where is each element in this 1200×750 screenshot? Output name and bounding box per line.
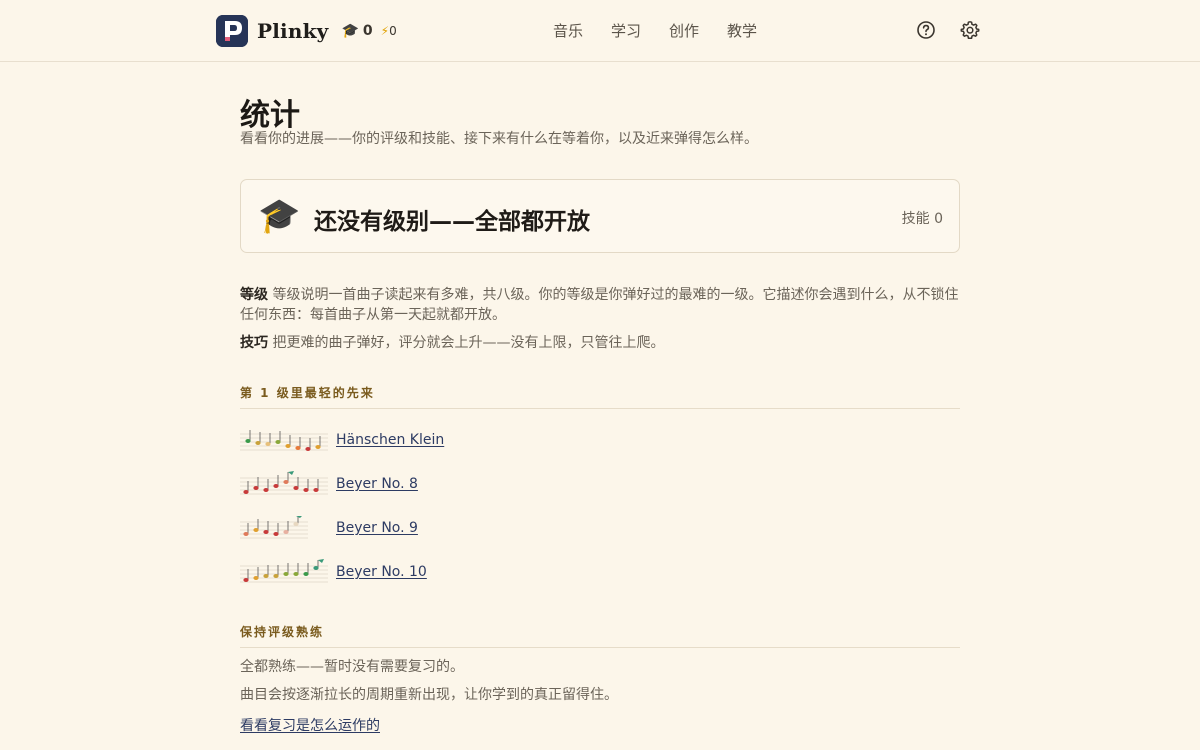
nav-create[interactable]: 创作 [669,20,699,41]
list-item[interactable]: Beyer No. 8 [240,470,418,498]
grade-explanation: 等级 等级说明一首曲子读起来有多难，共八级。你的等级是你弹好过的最难的一级。它描… [240,285,960,325]
help-icon[interactable] [916,20,936,40]
grade-count: 0 [362,23,373,39]
plinky-logo-icon [216,15,248,47]
user-stats: 🎓 0 ⚡ 0 [341,23,396,39]
piece-link[interactable]: Hänschen Klein [336,432,444,448]
nav-music[interactable]: 音乐 [553,20,583,41]
staff-thumbnail-icon [240,516,308,539]
staff-thumbnail-icon [240,471,328,495]
page-subtitle: 看看你的进展——你的评级和技能、接下来有什么在等着你，以及近来弹得怎么样。 [240,131,758,147]
piece-link[interactable]: Beyer No. 10 [336,564,427,580]
review-description: 曲目会按逐渐拉长的周期重新出现，让你学到的真正留得住。 [240,687,618,703]
main-nav: 音乐 学习 创作 教学 [553,20,785,41]
skill-term: 技巧 [240,335,268,351]
lightning-icon: ⚡ [380,24,390,38]
grade-text: 等级说明一首曲子读起来有多难，共八级。你的等级是你弹好过的最难的一级。它描述你会… [240,287,959,323]
skill-score: 技能 0 [901,211,943,227]
nav-teach[interactable]: 教学 [727,20,757,41]
list-item[interactable]: Hänschen Klein [240,426,444,454]
skill-explanation: 技巧 把更难的曲子弹好，评分就会上升——没有上限，只管往上爬。 [240,333,960,353]
brand[interactable]: Plinky 🎓 0 ⚡ 0 [216,15,397,47]
list-item[interactable]: Beyer No. 9 [240,514,418,542]
piece-link[interactable]: Beyer No. 8 [336,476,418,492]
review-status: 全都熟练——暂时没有需要复习的。 [240,659,464,675]
piece-link[interactable]: Beyer No. 9 [336,520,418,536]
energy-count: 0 [389,24,397,38]
staff-thumbnail-icon [240,559,328,583]
section-heading-review: 保持评级熟练 [240,623,960,648]
nav-learn[interactable]: 学习 [611,20,641,41]
graduation-cap-icon: 🎓 [258,196,301,236]
graduation-cap-icon: 🎓 [341,23,359,39]
top-navigation-bar: Plinky 🎓 0 ⚡ 0 音乐 学习 创作 教学 [0,0,1200,62]
level-status-card: 🎓 还没有级别——全部都开放 技能 0 [240,179,960,253]
skill-text: 把更难的曲子弹好，评分就会上升——没有上限，只管往上爬。 [268,335,665,351]
how-review-works-link[interactable]: 看看复习是怎么运作的 [240,715,380,735]
grade-term: 等级 [240,287,268,303]
brand-name: Plinky [257,19,329,43]
section-heading-next: 第 1 级里最轻的先来 [240,384,960,409]
level-status: 还没有级别——全部都开放 [314,209,590,235]
settings-gear-icon[interactable] [960,20,980,40]
staff-thumbnail-icon [240,430,328,451]
list-item[interactable]: Beyer No. 10 [240,558,427,586]
